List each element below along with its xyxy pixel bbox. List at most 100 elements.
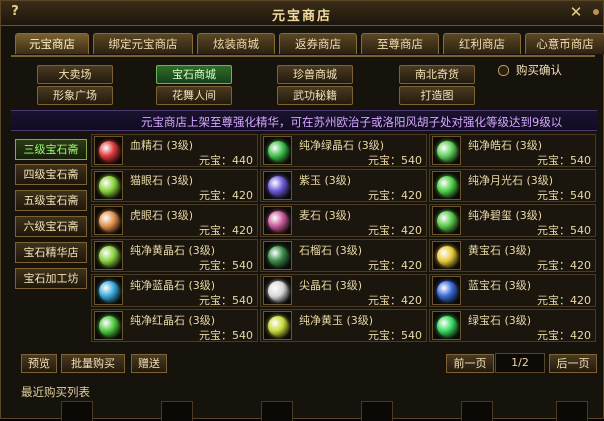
tab-bound-yuanbao-shop[interactable]: 绑定元宝商店 — [93, 33, 193, 54]
item-slot[interactable] — [263, 241, 292, 270]
item-slot[interactable] — [263, 311, 292, 340]
next-page-button[interactable]: 后一页 — [549, 354, 597, 373]
shop-item[interactable]: 血精石 (3级) 元宝：440 — [91, 134, 258, 167]
gem-icon — [437, 246, 457, 266]
item-name: 黄宝石 (3级) — [468, 244, 532, 257]
item-price: 元宝：420 — [368, 294, 422, 307]
item-price: 元宝：540 — [537, 224, 591, 237]
subnav-level3-gem-shop[interactable]: 三级宝石斋 — [15, 139, 87, 160]
item-slot[interactable] — [432, 171, 461, 200]
category-forging-recipe[interactable]: 打造图 — [399, 86, 475, 105]
subnav-level6-gem-shop[interactable]: 六级宝石斋 — [15, 216, 87, 237]
tab-supreme-shop[interactable]: 至尊商店 — [361, 33, 439, 54]
tab-bonus-shop[interactable]: 红利商店 — [443, 33, 521, 54]
item-slot[interactable] — [94, 136, 123, 165]
subnav-level4-gem-shop[interactable]: 四级宝石斋 — [15, 164, 87, 185]
shop-item[interactable]: 纯净黄玉 (3级) 元宝：540 — [260, 309, 427, 342]
window-title: 元宝商店 — [271, 9, 332, 24]
gem-icon — [437, 176, 457, 196]
shop-item[interactable]: 纯净黄晶石 (3级) 元宝：540 — [91, 239, 258, 272]
shop-item[interactable]: 紫玉 (3级) 元宝：420 — [260, 169, 427, 202]
item-slot[interactable] — [432, 311, 461, 340]
tab-voucher-shop[interactable]: 返券商店 — [279, 33, 357, 54]
item-name: 纯净绿晶石 (3级) — [299, 139, 385, 152]
shop-item[interactable]: 纯净蓝晶石 (3级) 元宝：540 — [91, 274, 258, 307]
gem-icon — [268, 141, 288, 161]
item-name: 纯净碧玺 (3级) — [468, 209, 543, 222]
item-slot[interactable] — [432, 276, 461, 305]
item-slot[interactable] — [432, 136, 461, 165]
shop-item[interactable]: 纯净皓石 (3级) 元宝：540 — [429, 134, 596, 167]
shop-item[interactable]: 麦石 (3级) 元宝：420 — [260, 204, 427, 237]
tab-fashion-mall[interactable]: 炫装商城 — [197, 33, 275, 54]
item-slot[interactable] — [263, 171, 292, 200]
shop-item[interactable]: 石榴石 (3级) 元宝：420 — [260, 239, 427, 272]
gem-icon — [99, 176, 119, 196]
item-slot[interactable] — [94, 206, 123, 235]
category-flower-dance[interactable]: 花舞人间 — [156, 86, 232, 105]
shop-item[interactable]: 猫眼石 (3级) 元宝：420 — [91, 169, 258, 202]
gem-icon — [268, 246, 288, 266]
shop-item[interactable]: 绿宝石 (3级) 元宝：420 — [429, 309, 596, 342]
item-name: 猫眼石 (3级) — [130, 174, 194, 187]
item-price: 元宝：540 — [199, 329, 253, 342]
item-slot[interactable] — [94, 241, 123, 270]
shop-item[interactable]: 虎眼石 (3级) 元宝：420 — [91, 204, 258, 237]
item-price: 元宝：540 — [199, 294, 253, 307]
subnav-gem-processing[interactable]: 宝石加工坊 — [15, 268, 87, 289]
item-name: 血精石 (3级) — [130, 139, 194, 152]
item-name: 石榴石 (3级) — [299, 244, 363, 257]
title-bar[interactable]: ? 元宝商店 ✕ — [1, 1, 603, 26]
tab-divider — [11, 55, 595, 57]
item-slot[interactable] — [94, 311, 123, 340]
tab-xinyi-coin-shop[interactable]: 心意币商店 — [525, 33, 604, 54]
page-indicator: 1/2 — [495, 353, 545, 373]
shop-item[interactable]: 纯净绿晶石 (3级) 元宝：540 — [260, 134, 427, 167]
item-slot[interactable] — [263, 276, 292, 305]
bulk-buy-button[interactable]: 批量购买 — [61, 354, 125, 373]
item-slot[interactable] — [263, 136, 292, 165]
preview-button[interactable]: 预览 — [21, 354, 57, 373]
item-slot[interactable] — [94, 276, 123, 305]
gem-icon — [268, 176, 288, 196]
category-gem-mall[interactable]: 宝石商城 — [156, 65, 232, 84]
close-button[interactable]: ✕ — [567, 3, 585, 21]
shop-item[interactable]: 尖晶石 (3级) 元宝：420 — [260, 274, 427, 307]
recent-slot[interactable] — [461, 401, 493, 421]
item-price: 元宝：420 — [368, 224, 422, 237]
prev-page-button[interactable]: 前一页 — [446, 354, 494, 373]
category-rare-goods[interactable]: 南北奇货 — [399, 65, 475, 84]
item-price: 元宝：540 — [537, 189, 591, 202]
purchase-confirm-label: 购买确认 — [516, 63, 562, 77]
category-martial-arts-manual[interactable]: 武功秘籍 — [277, 86, 353, 105]
item-slot[interactable] — [94, 171, 123, 200]
shop-item[interactable]: 黄宝石 (3级) 元宝：420 — [429, 239, 596, 272]
subnav-gem-essence-shop[interactable]: 宝石精华店 — [15, 242, 87, 263]
item-price: 元宝：540 — [199, 259, 253, 272]
item-slot[interactable] — [432, 241, 461, 270]
recent-slot[interactable] — [361, 401, 393, 421]
recent-slot[interactable] — [556, 401, 588, 421]
shop-item[interactable]: 纯净红晶石 (3级) 元宝：540 — [91, 309, 258, 342]
recent-slot[interactable] — [161, 401, 193, 421]
gem-icon — [99, 246, 119, 266]
item-grid: 血精石 (3级) 元宝：440 纯净绿晶石 (3级) 元宝：540 纯净皓石 (3级) 元… — [91, 134, 601, 344]
shop-item[interactable]: 蓝宝石 (3级) 元宝：420 — [429, 274, 596, 307]
category-image-plaza[interactable]: 形象广场 — [37, 86, 113, 105]
category-pet-mall[interactable]: 珍兽商城 — [277, 65, 353, 84]
item-price: 元宝：440 — [199, 154, 253, 167]
item-price: 元宝：420 — [537, 294, 591, 307]
category-big-market[interactable]: 大卖场 — [37, 65, 113, 84]
item-name: 绿宝石 (3级) — [468, 314, 532, 327]
subnav-level5-gem-shop[interactable]: 五级宝石斋 — [15, 190, 87, 211]
tab-yuanbao-shop[interactable]: 元宝商店 — [15, 33, 89, 54]
item-slot[interactable] — [263, 206, 292, 235]
gift-button[interactable]: 赠送 — [131, 354, 167, 373]
item-slot[interactable] — [432, 206, 461, 235]
item-name: 蓝宝石 (3级) — [468, 279, 532, 292]
recent-slot[interactable] — [61, 401, 93, 421]
shop-item[interactable]: 纯净月光石 (3级) 元宝：540 — [429, 169, 596, 202]
purchase-confirm-checkbox[interactable] — [498, 65, 509, 76]
shop-item[interactable]: 纯净碧玺 (3级) 元宝：540 — [429, 204, 596, 237]
recent-slot[interactable] — [261, 401, 293, 421]
